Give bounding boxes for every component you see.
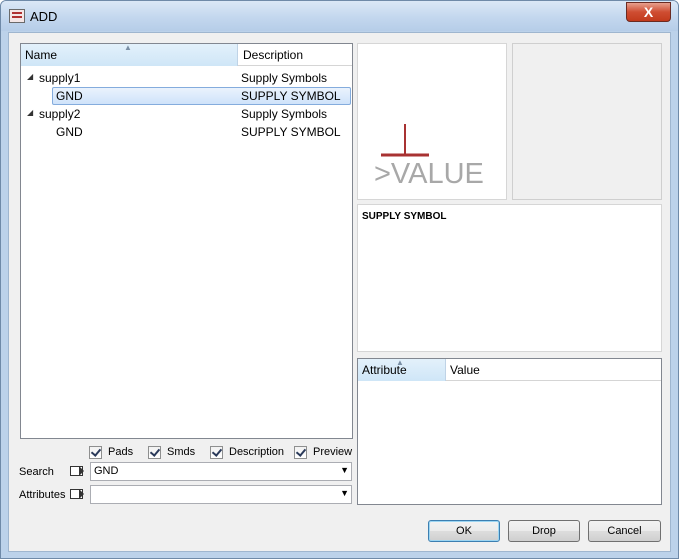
tree-row-name: supply1 xyxy=(39,71,81,85)
tree-row-name: supply2 xyxy=(39,107,81,121)
tree-row-description: Supply Symbols xyxy=(241,107,328,121)
symbol-preview: >VALUE xyxy=(357,43,507,200)
smds-label: Smds xyxy=(167,446,196,458)
column-header-name[interactable]: ▲ Name xyxy=(21,43,238,66)
library-tree[interactable]: ▲ Name Description ◢ supply1 Supply Symb… xyxy=(20,43,353,439)
column-header-value[interactable]: Value xyxy=(447,359,480,381)
app-icon xyxy=(9,9,25,23)
sort-up-icon: ▲ xyxy=(124,43,132,52)
checkbox-checked-icon[interactable] xyxy=(148,446,161,459)
checkbox-checked-icon[interactable] xyxy=(294,446,307,459)
tree-row-library[interactable]: ◢ supply2 Supply Symbols xyxy=(21,105,352,123)
attribute-table-header: ▲ Attribute Value xyxy=(358,358,661,381)
column-header-description-label: Description xyxy=(243,48,304,62)
description-panel: SUPPLY SYMBOL xyxy=(357,204,662,352)
search-label: Search xyxy=(19,466,54,478)
dialog-client-area: ▲ Name Description ◢ supply1 Supply Symb… xyxy=(8,32,671,552)
tree-row-device[interactable]: GND SUPPLY SYMBOL xyxy=(21,123,352,141)
expanded-triangle-icon[interactable]: ◢ xyxy=(27,72,33,81)
checkbox-checked-icon[interactable] xyxy=(210,446,223,459)
tree-row-device-selected[interactable]: GND SUPPLY SYMBOL xyxy=(21,87,352,105)
tree-row-library[interactable]: ◢ supply1 Supply Symbols xyxy=(21,69,352,87)
column-header-name-label: Name xyxy=(25,48,58,62)
attribute-table[interactable]: ▲ Attribute Value xyxy=(357,358,662,505)
tree-row-description: Supply Symbols xyxy=(241,71,328,85)
column-header-description[interactable]: Description xyxy=(239,44,352,66)
package-preview xyxy=(512,43,662,200)
search-combobox[interactable]: GND ▼ xyxy=(90,462,352,481)
tree-row-description: SUPPLY SYMBOL xyxy=(241,89,341,103)
chevron-down-icon[interactable]: ▼ xyxy=(340,488,349,498)
arrow-right-icon xyxy=(70,466,84,476)
attributes-label: Attributes xyxy=(19,489,66,501)
search-input[interactable]: GND xyxy=(94,465,118,477)
pads-label: Pads xyxy=(108,446,134,458)
title-bar[interactable]: ADD X xyxy=(1,1,678,31)
expanded-triangle-icon[interactable]: ◢ xyxy=(27,108,33,117)
column-header-attribute[interactable]: ▲ Attribute xyxy=(358,358,446,381)
attributes-combobox[interactable]: ▼ xyxy=(90,485,352,504)
preview-label: Preview xyxy=(313,446,353,458)
tree-row-description: SUPPLY SYMBOL xyxy=(241,125,341,139)
close-button[interactable]: X xyxy=(626,2,671,22)
window-title: ADD xyxy=(30,9,58,24)
arrow-right-icon xyxy=(70,489,84,499)
ok-button[interactable]: OK xyxy=(428,520,500,542)
add-dialog-window: ADD X ▲ Name Description ◢ supply1 Suppl… xyxy=(0,0,679,559)
checkbox-checked-icon[interactable] xyxy=(89,446,102,459)
value-placeholder-text: >VALUE xyxy=(374,158,484,190)
description-label: Description xyxy=(229,446,285,458)
sort-up-icon: ▲ xyxy=(396,358,404,367)
description-text: SUPPLY SYMBOL xyxy=(362,211,447,222)
tree-header: ▲ Name Description xyxy=(21,43,352,66)
filter-options: Pads Smds Description Preview xyxy=(89,445,354,461)
chevron-down-icon[interactable]: ▼ xyxy=(340,465,349,475)
column-header-value-label: Value xyxy=(450,363,480,377)
drop-button[interactable]: Drop xyxy=(508,520,580,542)
tree-row-name: GND xyxy=(56,125,83,139)
tree-row-name: GND xyxy=(56,89,83,103)
cancel-button[interactable]: Cancel xyxy=(588,520,661,542)
